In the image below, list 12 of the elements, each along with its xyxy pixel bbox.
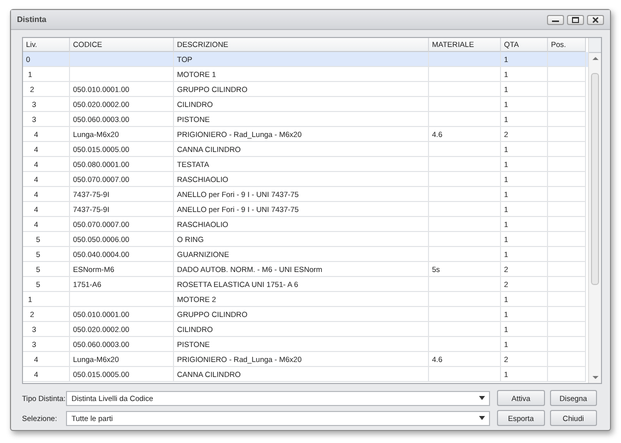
window-title: Distinta bbox=[17, 15, 48, 24]
maximize-icon bbox=[572, 16, 579, 22]
minimize-button[interactable] bbox=[547, 14, 564, 24]
caret-icon bbox=[479, 396, 486, 400]
scroll-up-icon[interactable] bbox=[592, 56, 598, 61]
close-button[interactable] bbox=[587, 14, 604, 24]
scroll-down-icon[interactable] bbox=[592, 375, 598, 380]
close-icon bbox=[592, 16, 599, 22]
maximize-button[interactable] bbox=[567, 14, 584, 24]
caret-icon bbox=[479, 416, 486, 420]
scrollbar[interactable] bbox=[588, 38, 601, 383]
header-corner bbox=[589, 38, 601, 53]
